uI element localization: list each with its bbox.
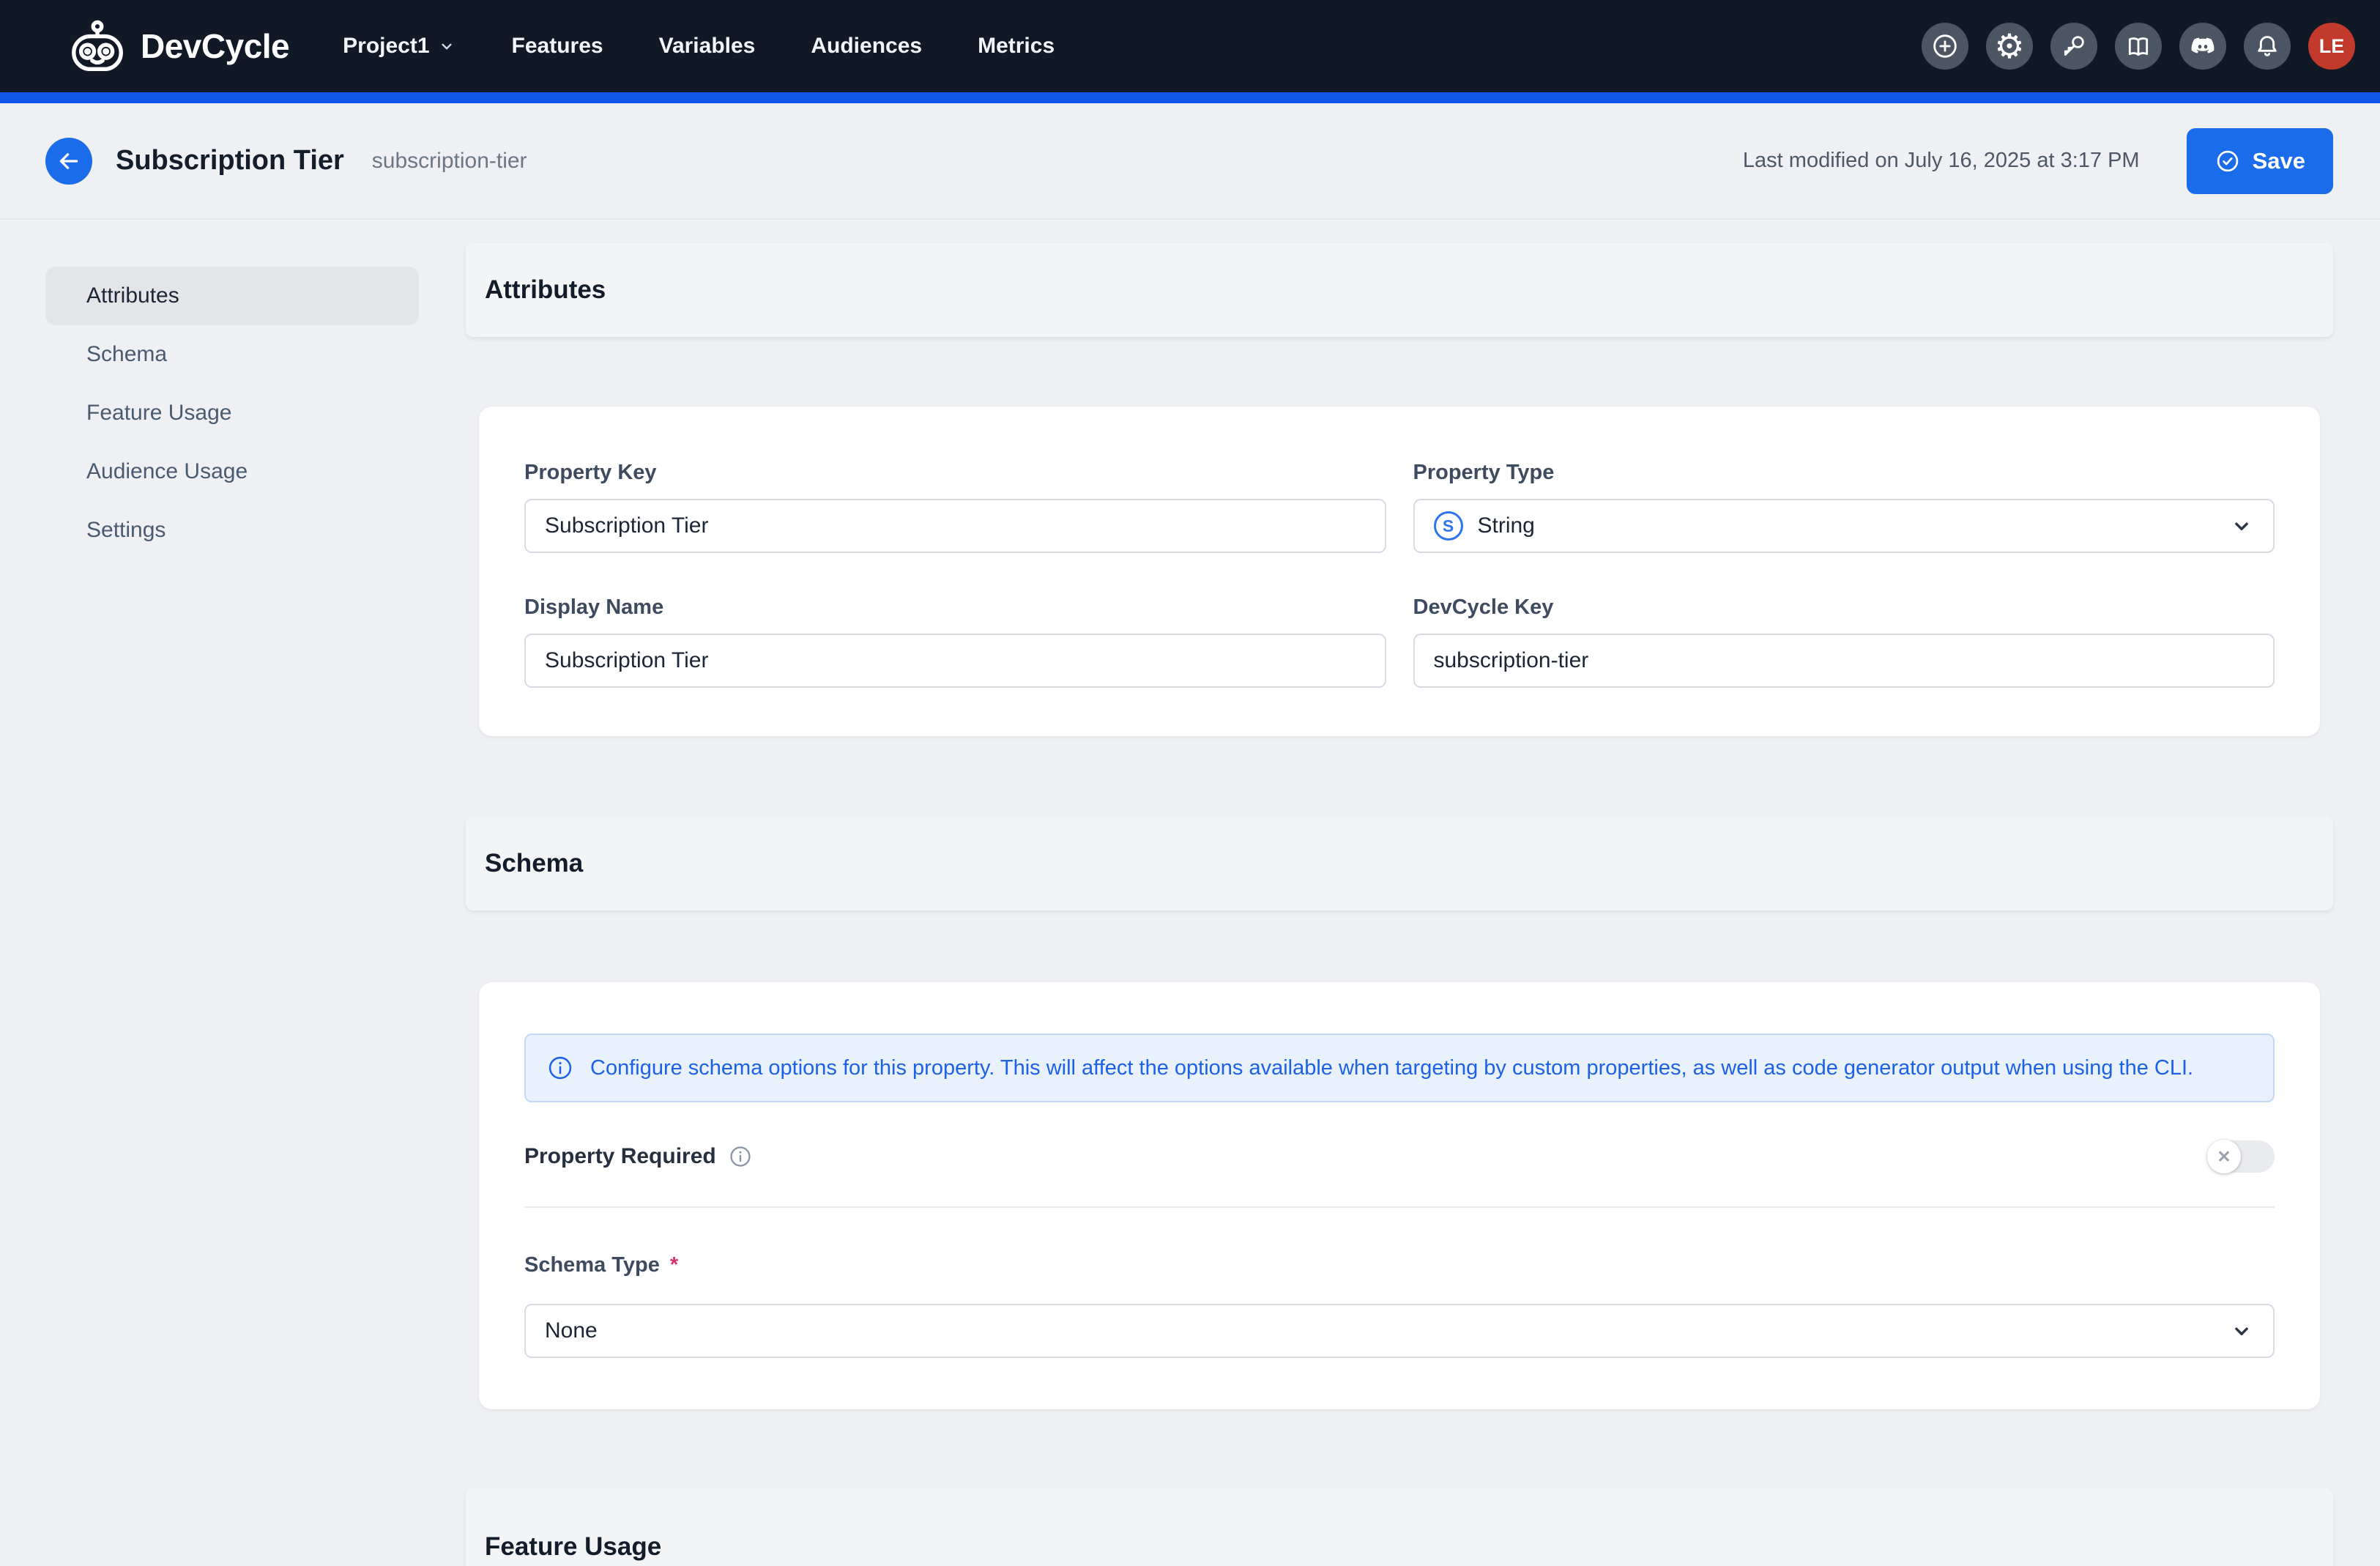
feature-usage-section-header: Feature Usage bbox=[466, 1488, 2333, 1566]
schema-info-text: Configure schema options for this proper… bbox=[590, 1053, 2193, 1083]
property-key-input[interactable] bbox=[524, 499, 1386, 553]
property-key-slug: subscription-tier bbox=[372, 149, 527, 174]
toggle-knob: ✕ bbox=[2207, 1140, 2241, 1173]
page-title: Subscription Tier bbox=[116, 145, 344, 177]
info-icon[interactable] bbox=[728, 1144, 753, 1169]
chevron-down-icon bbox=[437, 37, 456, 56]
nav-variables[interactable]: Variables bbox=[659, 34, 756, 59]
property-key-field-group: Property Key bbox=[524, 461, 1386, 553]
documentation-button[interactable] bbox=[2115, 23, 2162, 70]
property-required-row: Property Required ✕ bbox=[524, 1140, 2275, 1173]
property-key-label: Property Key bbox=[524, 461, 1386, 485]
sidebar-item-audience-usage[interactable]: Audience Usage bbox=[45, 442, 419, 501]
sidebar-item-settings[interactable]: Settings bbox=[45, 501, 419, 560]
brand-name: DevCycle bbox=[141, 26, 289, 66]
attributes-heading: Attributes bbox=[485, 275, 606, 305]
devcycle-key-label: DevCycle Key bbox=[1413, 595, 2275, 620]
chevron-down-icon bbox=[2229, 513, 2254, 538]
header-actions: Last modified on July 16, 2025 at 3:17 P… bbox=[1743, 128, 2333, 194]
project-name: Project1 bbox=[343, 34, 429, 59]
string-type-icon: S bbox=[1434, 511, 1463, 541]
bell-icon bbox=[2253, 31, 2282, 61]
devcycle-robot-icon bbox=[66, 20, 129, 73]
create-button[interactable] bbox=[1922, 23, 1968, 70]
property-required-toggle[interactable]: ✕ bbox=[2207, 1140, 2275, 1173]
schema-info-banner: Configure schema options for this proper… bbox=[524, 1034, 2275, 1102]
discord-icon bbox=[2187, 31, 2218, 62]
property-type-select[interactable]: S String bbox=[1413, 499, 2275, 553]
user-avatar[interactable]: LE bbox=[2308, 23, 2355, 70]
devcycle-key-input[interactable] bbox=[1413, 634, 2275, 688]
page-header: Subscription Tier subscription-tier Last… bbox=[0, 103, 2380, 220]
nav-features[interactable]: Features bbox=[512, 34, 603, 59]
feature-usage-heading: Feature Usage bbox=[485, 1532, 661, 1562]
display-name-field-group: Display Name bbox=[524, 595, 1386, 688]
schema-divider bbox=[524, 1206, 2275, 1208]
schema-card: Configure schema options for this proper… bbox=[479, 982, 2320, 1409]
save-button[interactable]: Save bbox=[2187, 128, 2333, 194]
nav-metrics[interactable]: Metrics bbox=[978, 34, 1055, 59]
schema-type-select[interactable]: None bbox=[524, 1304, 2275, 1358]
notifications-button[interactable] bbox=[2244, 23, 2291, 70]
info-icon bbox=[546, 1054, 574, 1082]
accent-strip bbox=[0, 92, 2380, 103]
save-button-label: Save bbox=[2253, 148, 2305, 174]
settings-button[interactable]: ⚙ bbox=[1986, 23, 2033, 70]
open-book-icon bbox=[2124, 31, 2153, 61]
property-type-value: String bbox=[1478, 513, 1535, 538]
sidebar-item-feature-usage[interactable]: Feature Usage bbox=[45, 384, 419, 442]
nav-audiences[interactable]: Audiences bbox=[811, 34, 922, 59]
schema-type-label: Schema Type bbox=[524, 1253, 660, 1277]
sidebar-item-schema[interactable]: Schema bbox=[45, 325, 419, 384]
section-sidebar: Attributes Schema Feature Usage Audience… bbox=[45, 243, 419, 1566]
arrow-left-icon bbox=[56, 149, 81, 174]
devcycle-key-field-group: DevCycle Key bbox=[1413, 595, 2275, 688]
property-type-field-group: Property Type S String bbox=[1413, 461, 2275, 553]
property-type-label: Property Type bbox=[1413, 461, 2275, 485]
primary-nav: Project1 Features Variables Audiences Me… bbox=[343, 34, 1055, 59]
schema-type-value: None bbox=[545, 1318, 598, 1343]
display-name-input[interactable] bbox=[524, 634, 1386, 688]
app-root: DevCycle Project1 Features Variables Aud… bbox=[0, 0, 2380, 1566]
top-navbar: DevCycle Project1 Features Variables Aud… bbox=[0, 0, 2380, 92]
schema-section-header: Schema bbox=[466, 817, 2333, 910]
schema-type-field-group: Schema Type * None bbox=[524, 1253, 2275, 1358]
api-keys-button[interactable] bbox=[2050, 23, 2097, 70]
main-panel: Attributes Property Key Property Type S … bbox=[466, 243, 2333, 1566]
content-area: Attributes Schema Feature Usage Audience… bbox=[0, 220, 2380, 1566]
devcycle-logo[interactable]: DevCycle bbox=[66, 20, 289, 73]
last-modified-text: Last modified on July 16, 2025 at 3:17 P… bbox=[1743, 149, 2140, 173]
navbar-actions: ⚙ LE bbox=[1922, 23, 2355, 70]
check-circle-icon bbox=[2214, 148, 2241, 174]
key-icon bbox=[2059, 31, 2089, 61]
attributes-card: Property Key Property Type S String bbox=[479, 407, 2320, 736]
gear-icon: ⚙ bbox=[1994, 29, 2024, 63]
attributes-form: Property Key Property Type S String bbox=[524, 461, 2275, 688]
schema-heading: Schema bbox=[485, 849, 583, 878]
display-name-label: Display Name bbox=[524, 595, 1386, 620]
property-required-label: Property Required bbox=[524, 1144, 716, 1169]
back-button[interactable] bbox=[45, 138, 92, 185]
toggle-x-icon: ✕ bbox=[2217, 1147, 2231, 1167]
plus-circle-icon bbox=[1930, 31, 1960, 61]
discord-button[interactable] bbox=[2179, 23, 2226, 70]
required-asterisk: * bbox=[670, 1253, 678, 1277]
project-switcher[interactable]: Project1 bbox=[343, 34, 455, 59]
attributes-section-header: Attributes bbox=[466, 243, 2333, 337]
chevron-down-icon bbox=[2229, 1318, 2254, 1343]
sidebar-item-attributes[interactable]: Attributes bbox=[45, 267, 419, 325]
